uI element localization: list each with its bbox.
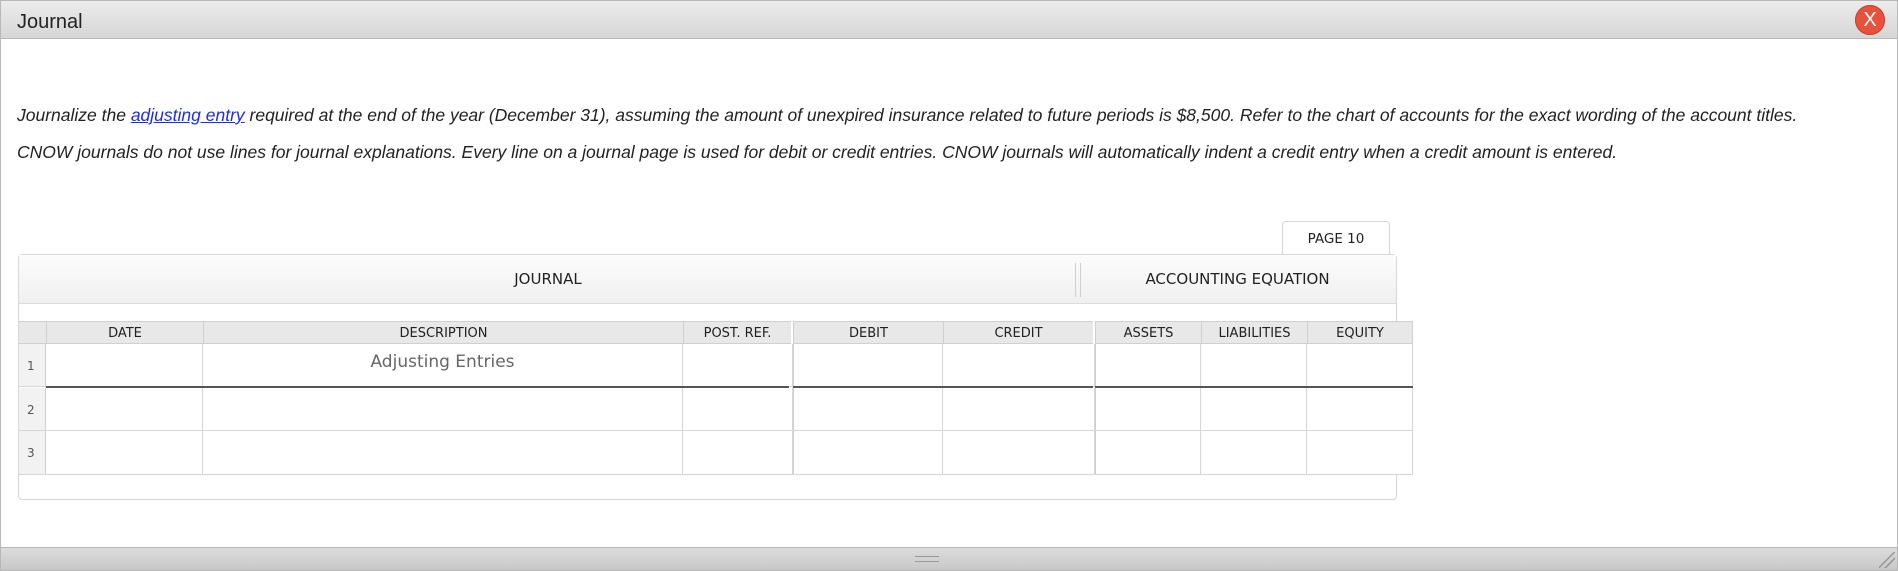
post-ref-cell[interactable]	[683, 431, 793, 475]
journal-section-header: JOURNAL	[514, 270, 582, 288]
liabilities-column-header: LIABILITIES	[1201, 321, 1307, 344]
equity-cell[interactable]	[1307, 431, 1413, 475]
instructions-line-1: Journalize the adjusting entry required …	[17, 97, 1881, 134]
drag-grip-icon[interactable]	[915, 556, 939, 562]
rownum-header	[19, 321, 46, 344]
liabilities-cell[interactable]	[1201, 388, 1307, 431]
journal-table: JOURNAL ACCOUNTING EQUATION DATE DESCRIP…	[18, 254, 1413, 500]
journal-window: Journal X Journalize the adjusting entry…	[0, 0, 1898, 571]
instructions-text-segment: required at the end of the year (Decembe…	[244, 105, 1798, 125]
section-header-band: JOURNAL ACCOUNTING EQUATION	[19, 255, 1396, 304]
debit-cell[interactable]	[793, 388, 943, 431]
page-number-tab: PAGE 10	[1282, 221, 1390, 256]
debit-column-header: DEBIT	[793, 321, 943, 344]
date-cell[interactable]	[46, 388, 203, 431]
debit-cell[interactable]	[793, 431, 943, 475]
row-number: 3	[19, 431, 46, 475]
credit-cell[interactable]	[943, 344, 1095, 387]
date-cell[interactable]	[46, 344, 203, 387]
credit-column-header: CREDIT	[943, 321, 1093, 344]
resize-handle-icon[interactable]	[1879, 552, 1895, 568]
row-number: 2	[19, 388, 46, 431]
adjusting-entry-link[interactable]: adjusting entry	[131, 105, 245, 125]
description-text: Adjusting Entries	[370, 352, 515, 372]
instructions-text-segment: Journalize the	[17, 105, 131, 125]
post-ref-column-header: POST. REF.	[683, 321, 791, 344]
row-number: 1	[19, 344, 46, 387]
accounting-equation-section-header: ACCOUNTING EQUATION	[1145, 270, 1330, 288]
date-column-header: DATE	[46, 321, 203, 344]
close-button[interactable]: X	[1855, 5, 1885, 35]
instructions-line-2: CNOW journals do not use lines for journ…	[17, 142, 1618, 162]
equity-column-header: EQUITY	[1307, 321, 1413, 344]
assets-column-header: ASSETS	[1095, 321, 1201, 344]
window-title: Journal	[17, 11, 83, 33]
liabilities-cell[interactable]	[1201, 431, 1307, 475]
assets-cell[interactable]	[1095, 431, 1201, 475]
assets-cell[interactable]	[1095, 344, 1201, 387]
post-ref-cell[interactable]	[683, 344, 793, 387]
assets-cell[interactable]	[1095, 388, 1201, 431]
instructions-text: Journalize the adjusting entry required …	[17, 97, 1881, 171]
post-ref-cell[interactable]	[683, 388, 793, 431]
description-column-header: DESCRIPTION	[203, 321, 683, 344]
equity-cell[interactable]	[1307, 388, 1413, 431]
debit-cell[interactable]	[793, 344, 943, 387]
credit-cell[interactable]	[943, 431, 1095, 475]
description-cell[interactable]: Adjusting Entries	[203, 344, 683, 387]
description-cell[interactable]	[203, 388, 683, 431]
equity-cell[interactable]	[1307, 344, 1413, 387]
title-bar: Journal X	[1, 1, 1897, 39]
description-cell[interactable]	[203, 431, 683, 475]
liabilities-cell[interactable]	[1201, 344, 1307, 387]
window-footer	[1, 547, 1897, 570]
date-cell[interactable]	[46, 431, 203, 475]
credit-cell[interactable]	[943, 388, 1095, 431]
